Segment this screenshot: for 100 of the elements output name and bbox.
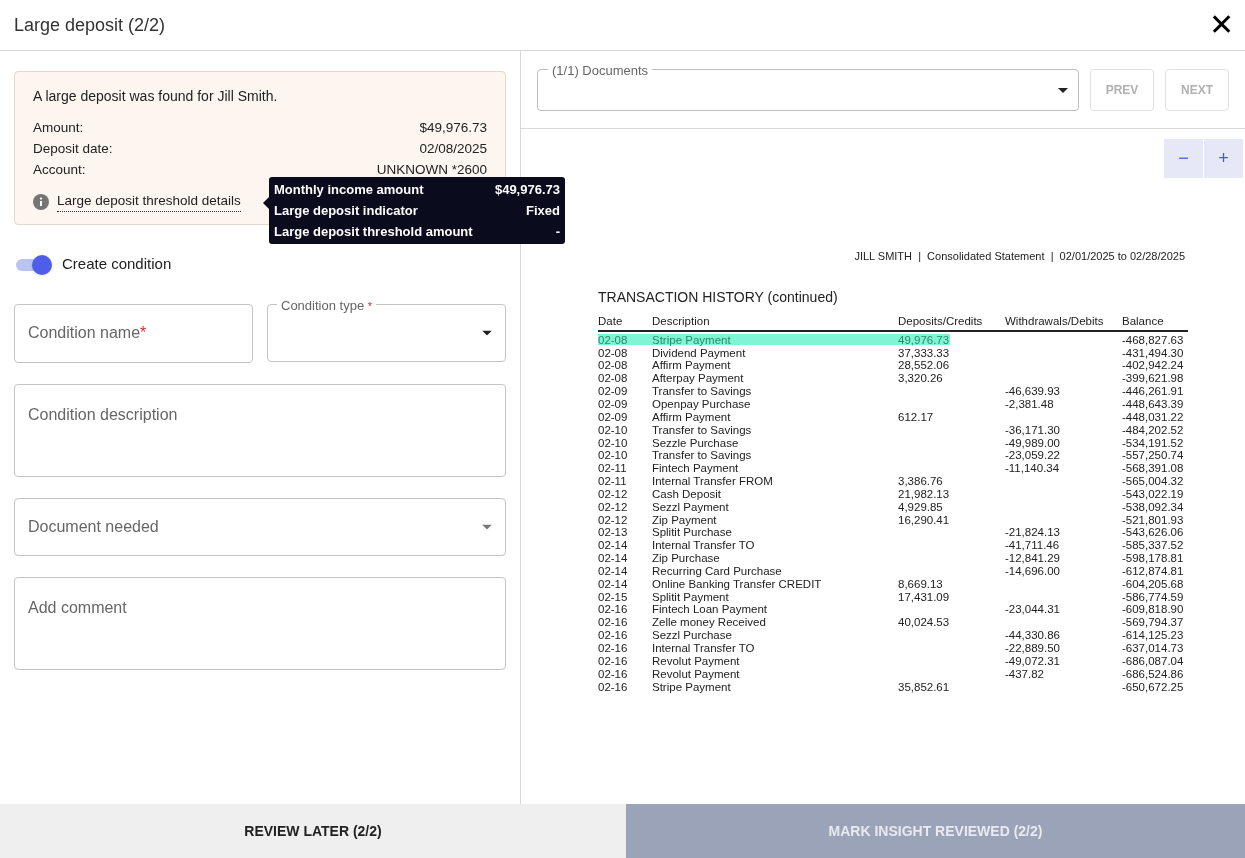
- text-area[interactable]: Add comment: [14, 576, 506, 670]
- table-cell-text: 02-10: [598, 423, 629, 437]
- table-cell-text: -41,711.46: [1005, 539, 1061, 553]
- table-cell-text: Fintech Loan Payment: [652, 603, 769, 617]
- detail-label: Deposit date:: [33, 140, 113, 158]
- table-cell-text: -569,794.37: [1122, 616, 1185, 630]
- toggle-switch[interactable]: [14, 254, 52, 275]
- zoom-in-button[interactable]: +: [1204, 139, 1243, 178]
- dialog-title: Large deposit (2/2): [14, 13, 166, 37]
- table-cell-text: -543,022.19: [1122, 487, 1185, 501]
- notice-message: A large deposit was found for Jill Smith.: [33, 87, 279, 106]
- table-cell-text: 02-14: [598, 539, 629, 553]
- column-header: Deposits/Credits: [898, 313, 984, 329]
- table-cell-text: Cash Deposit: [652, 487, 723, 501]
- column-header: Date: [598, 313, 624, 329]
- table-cell-text: Fintech Payment: [652, 462, 740, 476]
- select-placeholder: Document needed: [28, 516, 159, 537]
- table-cell-text: -49,989.00: [1005, 436, 1061, 450]
- table-cell-text: Online Banking Transfer CREDIT: [652, 577, 823, 591]
- text-area[interactable]: Condition description: [14, 383, 506, 477]
- table-cell-text: 02-10: [598, 436, 629, 450]
- table-cell-text: -614,125.23: [1122, 629, 1185, 642]
- table-cell-text: 612.17: [898, 410, 935, 424]
- table-cell-text: 02-11: [598, 475, 628, 488]
- table-cell-text: Internal Transfer FROM: [652, 475, 774, 488]
- table-cell-text: -604,205.68: [1122, 577, 1185, 591]
- table-cell-text: 49,976.73: [898, 333, 951, 347]
- table-cell-text: 02-16: [598, 667, 629, 681]
- column-header: Balance: [1122, 313, 1165, 329]
- table-cell-text: 02-11: [598, 462, 628, 476]
- table-cell-text: -23,044.31: [1005, 603, 1061, 617]
- table-cell-text: 02-12: [598, 487, 629, 501]
- table-cell-text: 40,024.53: [898, 616, 951, 630]
- zoom-out-button[interactable]: −: [1164, 139, 1203, 178]
- table-cell-text: 02-14: [598, 564, 629, 578]
- statement-header: JILL SMITH | Consolidated Statement | 02/01/2025 to 02/28/2025: [853, 249, 1186, 264]
- table-cell-text: 02-08: [598, 346, 629, 360]
- table-cell-text: 3,386.76: [898, 475, 944, 488]
- tooltip-value: -: [555, 223, 560, 241]
- detail-value: $49,976.73: [419, 119, 487, 137]
- review-later-button[interactable]: REVIEW LATER (2/2): [0, 804, 626, 858]
- select-field[interactable]: Document needed: [14, 497, 506, 556]
- table-cell-text: Zip Payment: [652, 513, 718, 527]
- table-cell-text: Splitit Purchase: [652, 526, 733, 540]
- table-cell-text: -431,494.30: [1122, 346, 1185, 360]
- table-cell-text: -46,639.93: [1005, 385, 1061, 398]
- table-cell-text: 02-16: [598, 616, 629, 630]
- table-cell-text: Revolut Payment: [652, 654, 741, 668]
- table-cell-text: Splitit Payment: [652, 590, 730, 604]
- table-cell-text: -468,827.63: [1122, 333, 1185, 347]
- table-cell-text: Zelle money Received: [652, 616, 767, 630]
- table-cell-text: -585,337.52: [1122, 539, 1185, 553]
- table-cell-text: -23,059.22: [1005, 449, 1061, 463]
- table-cell-text: 02-12: [598, 513, 629, 527]
- table-cell-text: -22,889.50: [1005, 642, 1061, 655]
- table-cell-text: Transfer to Savings: [652, 385, 753, 398]
- table-cell-text: 37,333.33: [898, 346, 951, 360]
- table-cell-text: Affirm Payment: [652, 410, 732, 424]
- toggle-label: Create condition: [62, 254, 172, 275]
- table-cell-text: 02-16: [598, 680, 629, 694]
- table-cell-text: Sezzl Payment: [652, 500, 730, 514]
- table-cell-text: 02-09: [598, 385, 629, 398]
- threshold-details-link[interactable]: Large deposit threshold details: [57, 191, 241, 213]
- table-cell-text: 35,852.61: [898, 680, 951, 694]
- tooltip-label: Monthly income amount: [274, 181, 424, 199]
- table-cell-text: 21,982.13: [898, 487, 951, 501]
- table-cell-text: -534,191.52: [1122, 436, 1185, 450]
- table-cell-text: 8,669.13: [898, 577, 944, 591]
- table-cell-text: -612,874.81: [1122, 564, 1185, 578]
- table-cell-text: Transfer to Savings: [652, 423, 753, 437]
- table-cell-text: Sezzle Purchase: [652, 436, 740, 450]
- table-cell-text: -49,072.31: [1005, 654, 1061, 668]
- table-cell-text: Transfer to Savings: [652, 449, 753, 463]
- table-cell-text: -2,381.48: [1005, 397, 1055, 411]
- table-cell-text: -448,031.22: [1122, 410, 1185, 424]
- table-cell-text: Stripe Payment: [652, 680, 732, 694]
- table-cell-text: -543,626.06: [1122, 526, 1185, 540]
- table-cell-text: 02-08: [598, 359, 629, 373]
- table-cell-text: 02-14: [598, 577, 629, 591]
- table-cell-text: 02-13: [598, 526, 629, 540]
- table-cell-text: -637,014.73: [1122, 642, 1185, 655]
- dropdown-caret-icon: [482, 330, 492, 336]
- table-cell-text: 16,290.41: [898, 513, 951, 527]
- table-cell-text: -686,524.86: [1122, 667, 1185, 681]
- table-cell-text: 17,431.09: [898, 590, 951, 604]
- table-cell-text: 02-16: [598, 629, 629, 642]
- dropdown-caret-icon: [482, 524, 492, 530]
- table-cell-text: 02-10: [598, 449, 629, 463]
- table-cell-text: -44,330.86: [1005, 629, 1061, 642]
- detail-value: UNKNOWN *2600: [376, 161, 487, 179]
- close-button[interactable]: ✕: [1203, 7, 1239, 43]
- table-cell-text: 02-08: [598, 333, 629, 347]
- info-icon: [33, 193, 49, 210]
- table-cell-text: -609,818.90: [1122, 603, 1185, 617]
- input-field[interactable]: Condition name*: [14, 303, 253, 363]
- table-cell-text: Internal Transfer TO: [652, 642, 756, 655]
- table-cell-text: Stripe Payment: [652, 333, 732, 347]
- table-cell-text: 02-09: [598, 410, 629, 424]
- table-cell-text: -650,672.25: [1122, 680, 1185, 694]
- table-cell-text: -568,391.08: [1122, 462, 1185, 476]
